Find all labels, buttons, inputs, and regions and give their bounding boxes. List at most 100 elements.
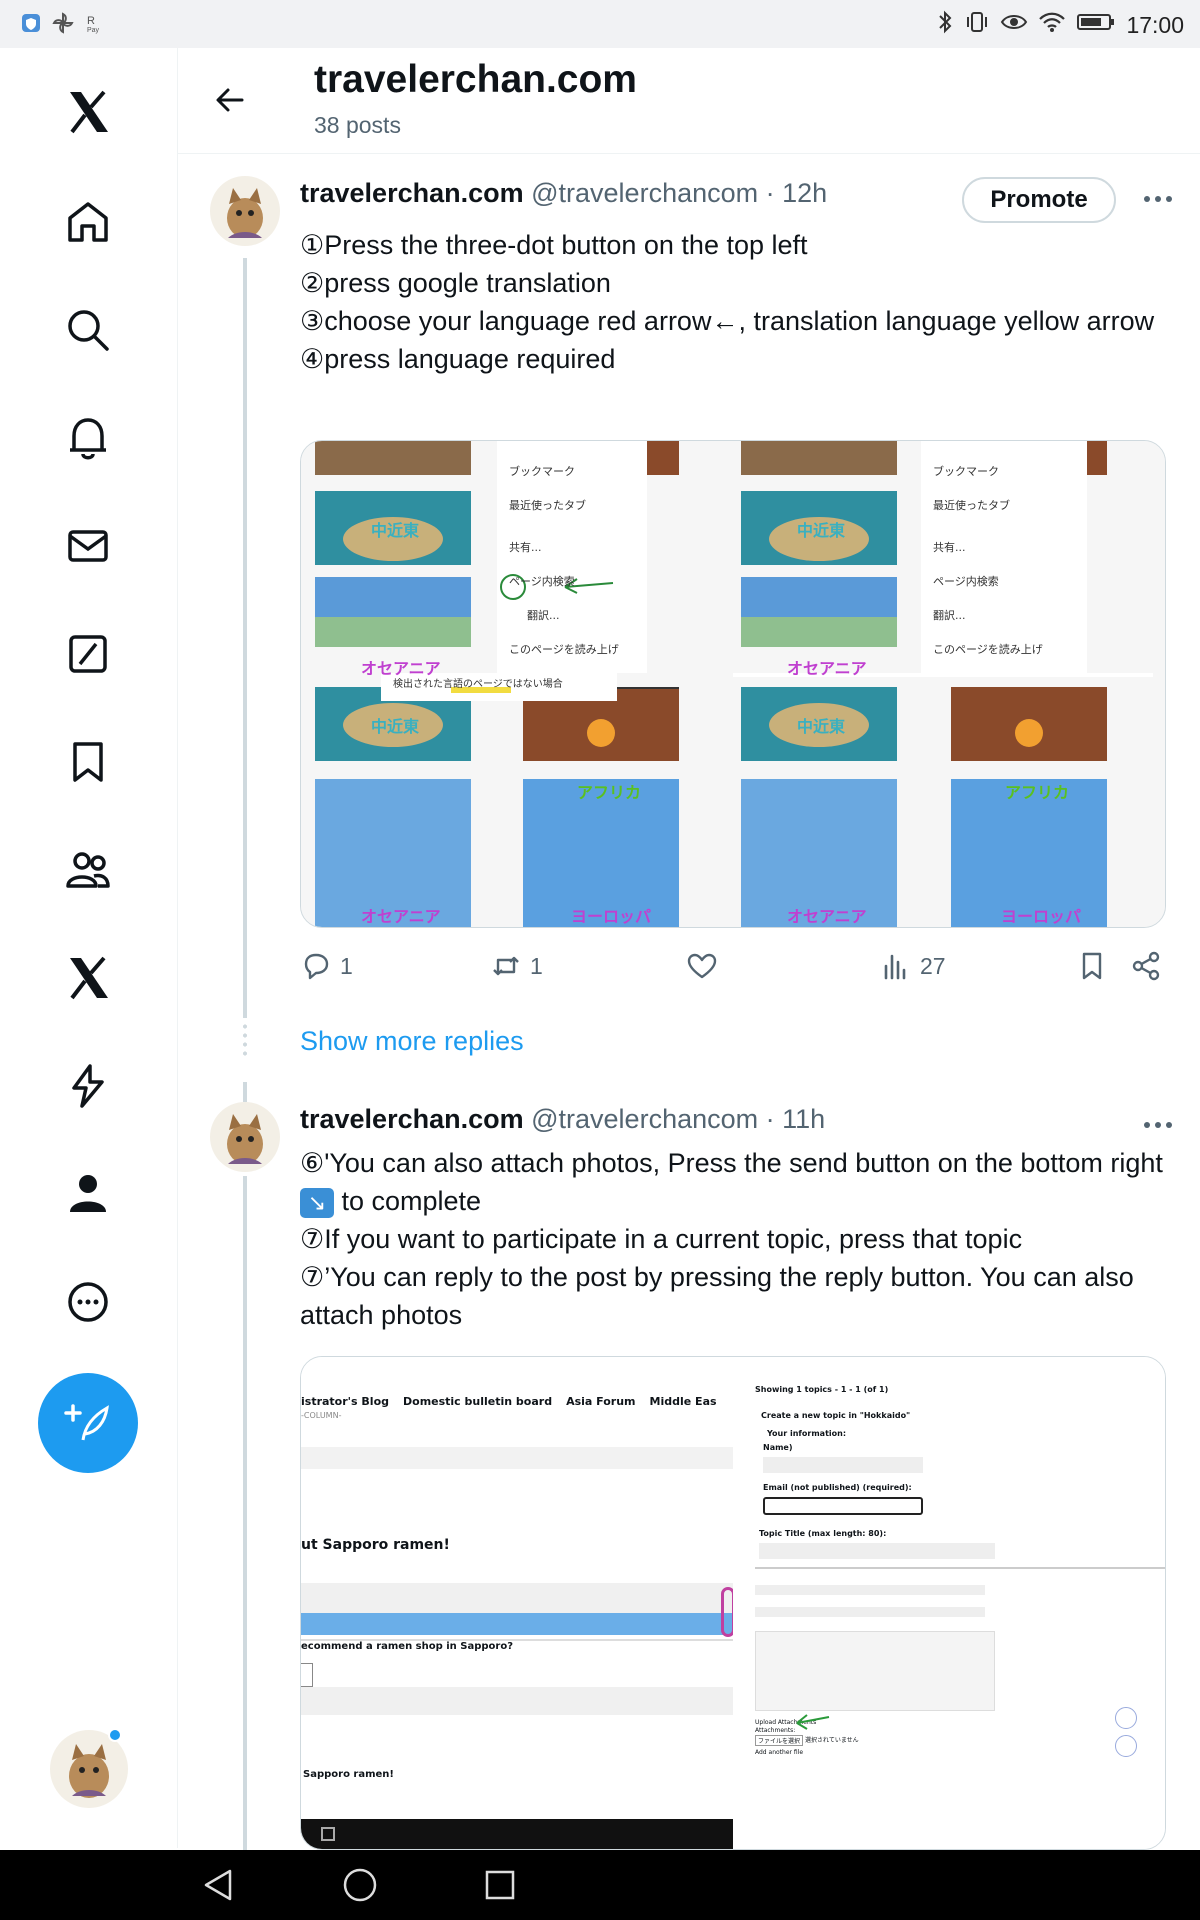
author-name[interactable]: travelerchan.com <box>300 1104 524 1134</box>
browser-menu-right: ブックマーク 最近使ったタブ 共有... ページ内検索 翻訳... このページを… <box>921 441 1087 673</box>
sidebar-item-premium[interactable] <box>52 942 124 1014</box>
post-meta: travelerchan.com @travelerchancom · 12h <box>300 178 827 209</box>
sidebar-item-notifications[interactable] <box>52 402 124 474</box>
tile-label: 中近東 <box>797 521 846 540</box>
green-arrow-icon <box>796 1714 830 1730</box>
back-arrow-icon <box>216 88 244 112</box>
triangle-back-icon <box>204 1869 232 1901</box>
sidebar-item-bookmarks[interactable] <box>52 726 124 798</box>
tile-label: オセアニア <box>361 659 441 678</box>
forum-nav: istrator's Blog Domestic bulletin board … <box>301 1395 717 1408</box>
post-avatar[interactable] <box>210 176 280 246</box>
square-recents-icon <box>485 1870 515 1900</box>
cat-avatar-icon <box>210 1102 280 1172</box>
status-left-icons: R Pay <box>20 12 106 34</box>
back-button[interactable] <box>208 78 252 122</box>
mail-icon <box>68 530 108 562</box>
post-image[interactable]: ブックマーク 最近使ったタブ 共有... ページ内検索 翻訳... このページを… <box>300 440 1166 928</box>
shield-notification-icon <box>20 12 42 34</box>
post-actions: 1 1 27 <box>300 950 1166 992</box>
wifi-icon <box>1038 10 1066 40</box>
forum-screenshot: istrator's Blog Domestic bulletin board … <box>301 1357 735 1849</box>
nav-back-button[interactable] <box>202 1867 238 1903</box>
nav-recents-button[interactable] <box>482 1867 518 1903</box>
bookmark-icon <box>1082 952 1102 980</box>
more-circle-icon <box>68 1282 108 1322</box>
post-avatar[interactable] <box>210 1102 280 1172</box>
posts-count: 38 posts <box>314 112 401 138</box>
share-button[interactable] <box>1130 950 1162 982</box>
menu-item: 翻訳... <box>527 609 560 622</box>
profile-header: travelerchan.com 38 posts <box>178 48 1200 154</box>
feather-plus-icon <box>64 1404 109 1441</box>
reply-icon <box>304 953 329 980</box>
svg-text:R: R <box>87 15 95 27</box>
search-icon <box>68 310 109 351</box>
post-image[interactable]: istrator's Blog Domestic bulletin board … <box>300 1356 1166 1850</box>
repost-icon <box>493 956 519 976</box>
post-line: ①Press the three-dot button on the top l… <box>300 230 808 260</box>
sidebar-nav <box>0 48 178 1848</box>
author-name[interactable]: travelerchan.com <box>300 178 524 208</box>
menu-item: 共有... <box>509 541 542 554</box>
reply-button[interactable]: 1 <box>300 950 353 982</box>
post-line: ③choose your language red arrow←, transl… <box>300 306 1155 336</box>
like-button[interactable] <box>686 950 718 982</box>
bookmark-button[interactable] <box>1076 950 1108 982</box>
bookmark-icon <box>73 742 103 782</box>
show-more-replies-link[interactable]: Show more replies <box>300 1026 524 1057</box>
android-nav-bar <box>0 1850 1200 1920</box>
nav-home-button[interactable] <box>342 1867 378 1903</box>
repost-button[interactable]: 1 <box>490 950 543 982</box>
post-more-button[interactable] <box>1136 184 1180 214</box>
tile-label: アフリカ <box>577 783 642 802</box>
sidebar-item-explore[interactable] <box>52 294 124 366</box>
author-handle[interactable]: @travelerchancom <box>531 1104 758 1134</box>
menu-item: このページを読み上げ <box>933 643 1043 656</box>
x-logo-button[interactable] <box>52 76 124 148</box>
communities-icon <box>66 852 110 888</box>
post-1[interactable]: travelerchan.com @travelerchancom · 12h … <box>178 154 1200 1054</box>
author-handle[interactable]: @travelerchancom <box>531 178 758 208</box>
battery-icon <box>1076 10 1116 40</box>
views-chart-icon <box>884 954 906 980</box>
sidebar-item-communities[interactable] <box>52 834 124 906</box>
menu-item: ページ内検索 <box>509 575 575 588</box>
menu-item: 最近使ったタブ <box>509 499 586 512</box>
menu-item: ブックマーク <box>509 465 575 478</box>
sidebar-item-home[interactable] <box>52 186 124 258</box>
arrow-down-right-emoji: ↘ <box>300 1187 334 1218</box>
more-dots-icon <box>1144 196 1172 202</box>
sidebar-item-messages[interactable] <box>52 510 124 582</box>
vibrate-icon <box>964 10 990 40</box>
sidebar-item-verified-orgs[interactable] <box>52 1050 124 1122</box>
bluetooth-icon <box>936 10 954 40</box>
sidebar-item-profile[interactable] <box>52 1158 124 1230</box>
status-right-icons: 17:00 <box>936 10 1184 40</box>
tile-label: ヨーロッパ <box>1001 907 1082 926</box>
promote-button[interactable]: Promote <box>962 177 1116 223</box>
post-meta: travelerchan.com @travelerchancom · 11h <box>300 1104 825 1135</box>
reply-count: 1 <box>340 952 353 979</box>
sidebar-item-grok[interactable] <box>52 618 124 690</box>
post-2[interactable]: travelerchan.com @travelerchancom · 11h … <box>178 1080 1200 1850</box>
views-button[interactable]: 27 <box>880 950 946 982</box>
post-line: ⑦If you want to participate in a current… <box>300 1224 1023 1254</box>
cat-avatar-icon <box>210 176 280 246</box>
rpay-icon: R Pay <box>84 12 106 34</box>
account-notification-dot <box>108 1728 122 1742</box>
menu-item: 翻訳... <box>933 609 966 622</box>
menu-item: このページを読み上げ <box>509 643 619 656</box>
sidebar-item-more[interactable] <box>52 1266 124 1338</box>
compose-post-button[interactable] <box>38 1373 138 1473</box>
post-more-button[interactable] <box>1136 1110 1180 1140</box>
post-time[interactable]: · 12h <box>766 178 828 208</box>
svg-text:Pay: Pay <box>87 27 100 34</box>
post-time[interactable]: · 11h <box>766 1104 826 1134</box>
tile-label: アフリカ <box>1005 783 1070 802</box>
lightning-icon <box>72 1064 104 1108</box>
post-line: ④press language required <box>300 344 616 374</box>
post-text: ①Press the three-dot button on the top l… <box>300 226 1170 378</box>
menu-item: 共有... <box>933 541 966 554</box>
post-line: ②press google translation <box>300 268 611 298</box>
